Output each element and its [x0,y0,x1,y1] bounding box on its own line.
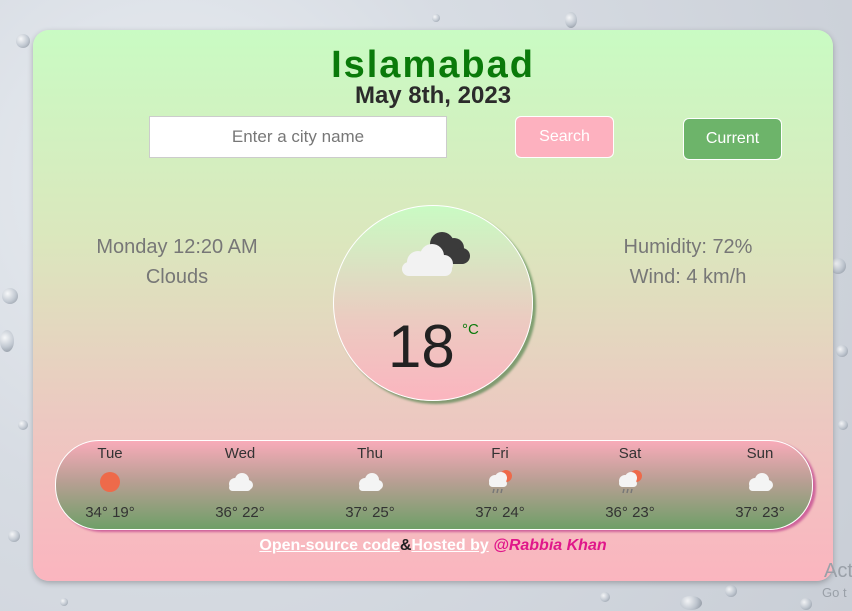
forecast-day: Wed 36° 22° [200,445,280,521]
cloud-icon [749,473,773,491]
temperature-unit-toggle[interactable]: °C [462,321,479,338]
forecast-day-name: Sat [618,445,642,462]
sun-icon [100,472,120,492]
city-name: Islamabad [331,44,535,86]
footer: Open-source code&Hosted by @Rabbia Khan [33,537,833,555]
windows-watermark-sub: Go t [822,585,847,600]
forecast-temps: 37° 25° [345,504,395,521]
forecast-day: Thu 37° 25° [330,445,410,521]
forecast-day: Sat 36° 23° [590,445,670,521]
forecast-day: Fri 37° 24° [460,445,540,521]
forecast-temps: 34° 19° [85,504,135,521]
forecast-day: Tue 34° 19° [70,445,150,521]
forecast-day: Sun 37° 23° [720,445,800,521]
forecast-temps: 37° 24° [475,504,525,521]
cloud-icon [402,232,470,276]
search-button[interactable]: Search [515,116,614,158]
current-location-button[interactable]: Current [683,118,782,160]
cloud-icon [359,473,383,491]
forecast-temps: 36° 23° [605,504,655,521]
time-condition-panel: Monday 12:20 AM Clouds [73,232,281,292]
forecast-temps: 37° 23° [735,504,785,521]
open-source-link[interactable]: Open-source code [259,537,399,554]
windows-watermark: Act [824,560,852,582]
forecast-day-name: Thu [357,445,383,462]
hosted-by-link[interactable]: Hosted by [411,537,488,554]
rain-sun-icon [489,470,512,494]
weather-card: Islamabad May 8th, 2023 Search Current M… [33,30,833,581]
forecast-day-name: Tue [97,445,123,462]
current-temperature: 18 [388,313,455,380]
humidity-value: Humidity: 72% [623,236,753,258]
rain-sun-icon [619,470,642,494]
city-search-input[interactable] [149,116,447,158]
current-date: May 8th, 2023 [354,82,512,109]
author-link[interactable]: @Rabbia Khan [493,537,606,554]
weather-condition: Clouds [145,266,209,288]
forecast-day-name: Wed [224,445,256,462]
cloud-icon [229,473,253,491]
forecast-temps: 36° 22° [215,504,265,521]
forecast-day-name: Sun [746,445,774,462]
current-weather-circle: 18 °C [333,205,533,401]
forecast-strip: Tue 34° 19° Wed 36° 22° Thu 37° 25° Fri [55,440,813,530]
wind-value: Wind: 4 km/h [629,266,747,288]
forecast-day-name: Fri [491,445,509,462]
details-panel: Humidity: 72% Wind: 4 km/h [593,232,783,292]
footer-ampersand: & [399,537,412,554]
current-datetime: Monday 12:20 AM [96,236,258,258]
